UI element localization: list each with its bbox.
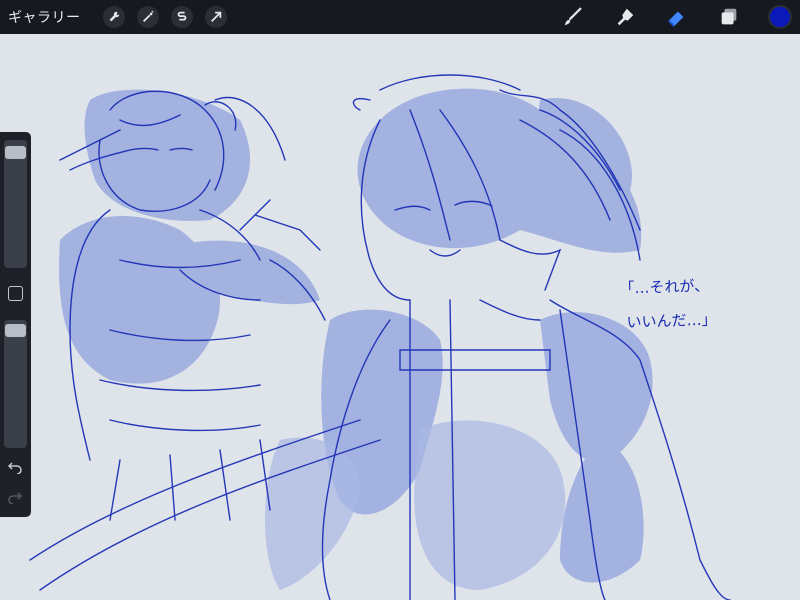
brush-size-handle[interactable] xyxy=(5,145,26,159)
top-toolbar: ギャラリー xyxy=(0,0,800,34)
transform-arrow-icon[interactable] xyxy=(204,6,227,28)
eraser-icon[interactable] xyxy=(664,4,690,30)
opacity-handle[interactable] xyxy=(5,324,26,338)
color-picker-button[interactable] xyxy=(768,5,792,29)
brush-icon[interactable] xyxy=(560,4,586,30)
selection-icon[interactable] xyxy=(170,6,193,28)
smudge-icon[interactable] xyxy=(612,4,638,30)
gallery-button[interactable]: ギャラリー xyxy=(8,7,81,27)
note-line-2: いいんだ…」 xyxy=(626,310,717,332)
magic-wand-icon[interactable] xyxy=(136,6,159,28)
redo-icon[interactable] xyxy=(7,490,23,504)
drawing-canvas[interactable]: 「…それが、 いいんだ…」 xyxy=(0,34,800,600)
brush-size-slider[interactable] xyxy=(4,140,27,268)
layers-icon[interactable] xyxy=(716,4,742,30)
left-sidebar xyxy=(0,132,31,517)
drawing-note: 「…それが、 いいんだ…」 xyxy=(619,268,717,339)
undo-icon[interactable] xyxy=(7,460,23,474)
opacity-slider[interactable] xyxy=(4,320,27,448)
note-line-1: 「…それが、 xyxy=(619,276,710,298)
wrench-icon[interactable] xyxy=(102,6,125,28)
modify-button[interactable] xyxy=(8,286,23,301)
